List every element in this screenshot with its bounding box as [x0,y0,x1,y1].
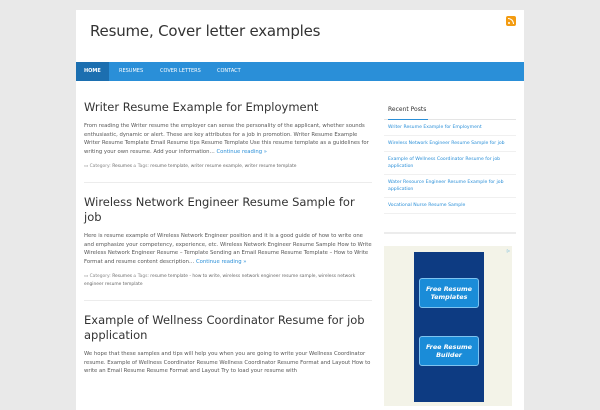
post-meta: ▭ Category: Resumes ⌂ Tags: resume templ… [84,164,297,169]
post-title[interactable]: Writer Resume Example for Employment [84,100,374,115]
category-label: Category: [89,164,111,169]
nav-cover-letters[interactable]: COVER LETTERS [152,62,209,81]
post-meta: ▭ Category: Resumes ⌂ Tags: resume templ… [84,274,356,287]
post-divider [84,182,372,183]
main-content: Writer Resume Example for Employment Fro… [84,100,374,376]
site-header: Resume, Cover letter examples [76,10,524,62]
sidebar-divider [384,232,516,234]
tag-link[interactable]: resume template - how to write [150,274,219,279]
ad-choices-icon[interactable]: ▷ [507,248,510,253]
recent-post-link[interactable]: Writer Resume Example for Employment [384,120,516,136]
recent-post-link[interactable]: Water Resource Engineer Resume Example f… [384,175,516,198]
post-excerpt: Here is resume example of Wireless Netwo… [84,232,374,266]
category-label: Category: [89,274,111,279]
tag-link[interactable]: writer resume template [245,164,297,169]
folder-icon: ▭ [84,164,89,169]
post-excerpt-text: We hope that these samples and tips will… [84,351,371,374]
post-title[interactable]: Wireless Network Engineer Resume Sample … [84,195,374,225]
recent-post-link[interactable]: Vocational Nurse Resume Sample [384,198,516,214]
recent-posts-list: Writer Resume Example for Employment Wir… [384,120,516,214]
post-excerpt: From reading the Writer resume the emplo… [84,122,374,156]
tags-label: Tags: [137,274,149,279]
post-excerpt: We hope that these samples and tips will… [84,350,374,376]
folder-icon: ▭ [84,274,89,279]
recent-post-link[interactable]: Wireless Network Engineer Resume Sample … [384,136,516,152]
tag-icon: ⌂ [133,164,137,169]
post-divider [84,300,372,301]
tag-link[interactable]: resume template [150,164,188,169]
free-resume-builder-button[interactable]: Free Resume Builder [419,336,479,366]
site-title[interactable]: Resume, Cover letter examples [90,22,320,40]
post-3: Example of Wellness Coordinator Resume f… [84,313,374,376]
tag-link[interactable]: wireless network engineer resume sample [222,274,315,279]
free-resume-templates-button[interactable]: Free Resume Templates [419,278,479,308]
nav-home[interactable]: HOME [76,62,109,81]
main-nav: HOME RESUMES COVER LETTERS CONTACT [76,62,524,81]
rss-icon[interactable] [506,16,516,26]
sidebar: Recent Posts Writer Resume Example for E… [384,100,516,406]
tag-link[interactable]: writer resume example [191,164,242,169]
nav-contact[interactable]: CONTACT [209,62,249,81]
category-link[interactable]: Resumes [112,164,132,169]
recent-post-link[interactable]: Example of Wellness Coordinator Resume f… [384,152,516,175]
continue-reading-link[interactable]: Continue reading » [216,149,267,155]
tag-icon: ⌂ [133,274,137,279]
recent-posts-title: Recent Posts [384,100,516,120]
ad-panel: Free Resume Templates Free Resume Builde… [414,252,484,402]
tags-label: Tags: [137,164,149,169]
post-1: Writer Resume Example for Employment Fro… [84,100,374,171]
post-title[interactable]: Example of Wellness Coordinator Resume f… [84,313,374,343]
nav-resumes[interactable]: RESUMES [111,62,151,81]
post-2: Wireless Network Engineer Resume Sample … [84,195,374,289]
continue-reading-link[interactable]: Continue reading » [196,259,247,265]
page-wrapper: Resume, Cover letter examples HOME RESUM… [76,10,524,410]
category-link[interactable]: Resumes [112,274,132,279]
ad-banner[interactable]: Free Resume Templates Free Resume Builde… [384,246,512,406]
